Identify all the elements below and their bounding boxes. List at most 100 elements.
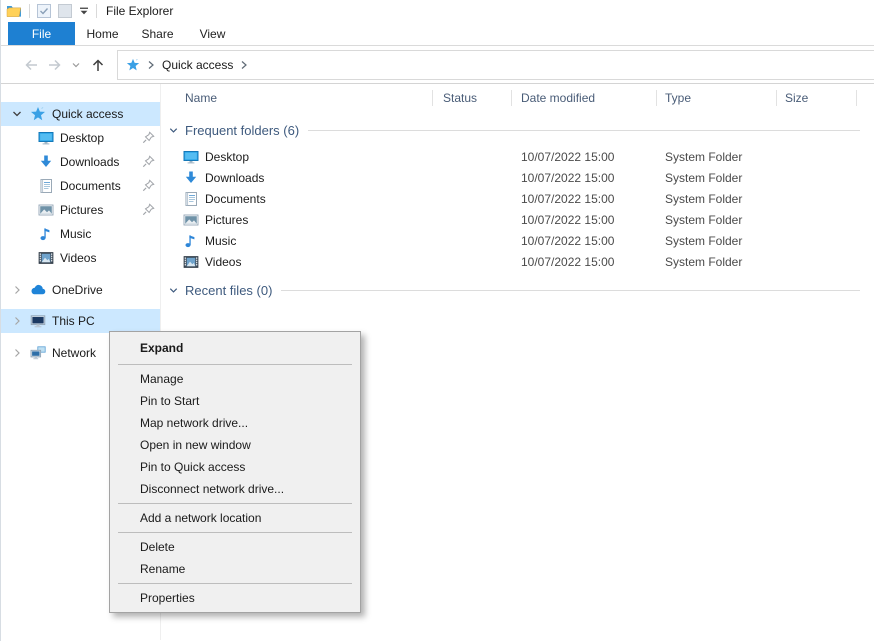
ribbon-tab-bar: File Home Share View xyxy=(1,22,874,46)
videos-icon xyxy=(38,250,54,266)
pin-icon xyxy=(142,203,155,216)
desktop-icon xyxy=(38,130,54,146)
chevron-down-icon[interactable] xyxy=(168,285,179,296)
file-row-pictures[interactable]: Pictures 10/07/2022 15:00 System Folder xyxy=(161,209,874,230)
file-row-desktop[interactable]: Desktop 10/07/2022 15:00 System Folder xyxy=(161,146,874,167)
menu-item-delete[interactable]: Delete xyxy=(110,536,360,558)
sidebar-item-label: Pictures xyxy=(60,203,103,217)
group-header-rule xyxy=(308,130,860,131)
menu-item-properties[interactable]: Properties xyxy=(110,587,360,609)
column-header-type[interactable]: Type xyxy=(657,84,777,112)
sidebar-item-label: Music xyxy=(60,227,91,241)
file-type: System Folder xyxy=(657,192,777,206)
downloads-icon xyxy=(38,154,54,170)
sidebar-item-label: Desktop xyxy=(60,131,104,145)
breadcrumb-chevron-icon[interactable] xyxy=(147,60,155,70)
menu-separator xyxy=(118,532,352,533)
chevron-right-icon[interactable] xyxy=(11,315,23,327)
file-row-videos[interactable]: Videos 10/07/2022 15:00 System Folder xyxy=(161,251,874,272)
file-name: Desktop xyxy=(205,150,249,164)
menu-item-open-in-new-window[interactable]: Open in new window xyxy=(110,434,360,456)
group-header-label: Frequent folders (6) xyxy=(185,123,299,138)
file-type: System Folder xyxy=(657,150,777,164)
tab-home[interactable]: Home xyxy=(75,22,130,45)
network-icon xyxy=(30,345,46,361)
column-header-date-modified[interactable]: Date modified xyxy=(512,84,657,112)
sidebar-item-desktop[interactable]: Desktop xyxy=(1,126,160,150)
file-date-modified: 10/07/2022 15:00 xyxy=(512,171,657,185)
file-explorer-logo-icon xyxy=(6,3,22,19)
file-date-modified: 10/07/2022 15:00 xyxy=(512,234,657,248)
sidebar-item-music[interactable]: Music xyxy=(1,222,160,246)
new-folder-quick-icon[interactable] xyxy=(58,4,72,18)
titlebar-divider xyxy=(96,4,97,18)
file-explorer-window: File Explorer File Home Share View Quick… xyxy=(0,0,874,641)
sidebar-item-videos[interactable]: Videos xyxy=(1,246,160,270)
chevron-right-icon[interactable] xyxy=(11,347,23,359)
sidebar-item-this-pc[interactable]: This PC xyxy=(1,309,160,333)
sidebar-item-downloads[interactable]: Downloads xyxy=(1,150,160,174)
onedrive-cloud-icon xyxy=(30,282,46,298)
tab-file[interactable]: File xyxy=(8,22,75,45)
file-type: System Folder xyxy=(657,171,777,185)
menu-item-disconnect-network-drive[interactable]: Disconnect network drive... xyxy=(110,478,360,500)
file-row-downloads[interactable]: Downloads 10/07/2022 15:00 System Folder xyxy=(161,167,874,188)
pictures-icon xyxy=(38,202,54,218)
menu-item-pin-to-quick-access[interactable]: Pin to Quick access xyxy=(110,456,360,478)
tab-share[interactable]: Share xyxy=(130,22,185,45)
column-header-status[interactable]: Status xyxy=(433,84,512,112)
tab-view[interactable]: View xyxy=(185,22,240,45)
pin-icon xyxy=(142,131,155,144)
up-icon[interactable] xyxy=(85,57,111,73)
file-name: Music xyxy=(205,234,236,248)
file-name: Documents xyxy=(205,192,266,206)
sidebar-spacer xyxy=(1,270,160,278)
address-bar[interactable]: Quick access xyxy=(117,50,874,80)
menu-item-expand[interactable]: Expand xyxy=(110,335,360,361)
navigation-bar: Quick access xyxy=(1,46,874,84)
breadcrumb-chevron-icon[interactable] xyxy=(240,60,248,70)
file-type: System Folder xyxy=(657,255,777,269)
menu-item-rename[interactable]: Rename xyxy=(110,558,360,580)
sidebar-item-pictures[interactable]: Pictures xyxy=(1,198,160,222)
group-header-frequent-folders[interactable]: Frequent folders (6) xyxy=(161,120,874,140)
menu-item-pin-to-start[interactable]: Pin to Start xyxy=(110,390,360,412)
chevron-down-icon[interactable] xyxy=(11,108,23,120)
downloads-icon xyxy=(183,170,199,186)
forward-icon[interactable] xyxy=(43,57,67,73)
desktop-icon xyxy=(183,149,199,165)
file-row-music[interactable]: Music 10/07/2022 15:00 System Folder xyxy=(161,230,874,251)
sidebar-item-onedrive[interactable]: OneDrive xyxy=(1,278,160,302)
sidebar-item-label: OneDrive xyxy=(52,283,103,297)
titlebar-divider xyxy=(29,4,30,18)
sidebar-item-label: Network xyxy=(52,346,96,360)
group-header-rule xyxy=(281,290,860,291)
music-icon xyxy=(38,226,54,242)
file-date-modified: 10/07/2022 15:00 xyxy=(512,150,657,164)
column-headers: Name Status Date modified Type Size xyxy=(161,84,874,112)
context-menu: Expand Manage Pin to Start Map network d… xyxy=(109,331,361,613)
recent-locations-icon[interactable] xyxy=(67,60,85,70)
sidebar-item-quick-access[interactable]: Quick access xyxy=(1,102,160,126)
quick-access-star-icon xyxy=(30,106,46,122)
sidebar-item-label: Downloads xyxy=(60,155,119,169)
customize-quick-access-toolbar-icon[interactable] xyxy=(79,6,89,16)
file-row-documents[interactable]: Documents 10/07/2022 15:00 System Folder xyxy=(161,188,874,209)
breadcrumb[interactable]: Quick access xyxy=(162,58,233,72)
menu-separator xyxy=(118,364,352,365)
file-type: System Folder xyxy=(657,213,777,227)
chevron-right-icon[interactable] xyxy=(11,284,23,296)
group-header-recent-files[interactable]: Recent files (0) xyxy=(161,280,874,300)
menu-item-add-a-network-location[interactable]: Add a network location xyxy=(110,507,360,529)
videos-icon xyxy=(183,254,199,270)
properties-quick-icon[interactable] xyxy=(37,4,51,18)
chevron-down-icon[interactable] xyxy=(168,125,179,136)
column-header-name[interactable]: Name xyxy=(161,84,433,112)
sidebar-item-documents[interactable]: Documents xyxy=(1,174,160,198)
column-header-size[interactable]: Size xyxy=(777,84,857,112)
file-name: Pictures xyxy=(205,213,248,227)
menu-item-manage[interactable]: Manage xyxy=(110,368,360,390)
file-name: Videos xyxy=(205,255,241,269)
menu-item-map-network-drive[interactable]: Map network drive... xyxy=(110,412,360,434)
back-icon[interactable] xyxy=(19,57,43,73)
